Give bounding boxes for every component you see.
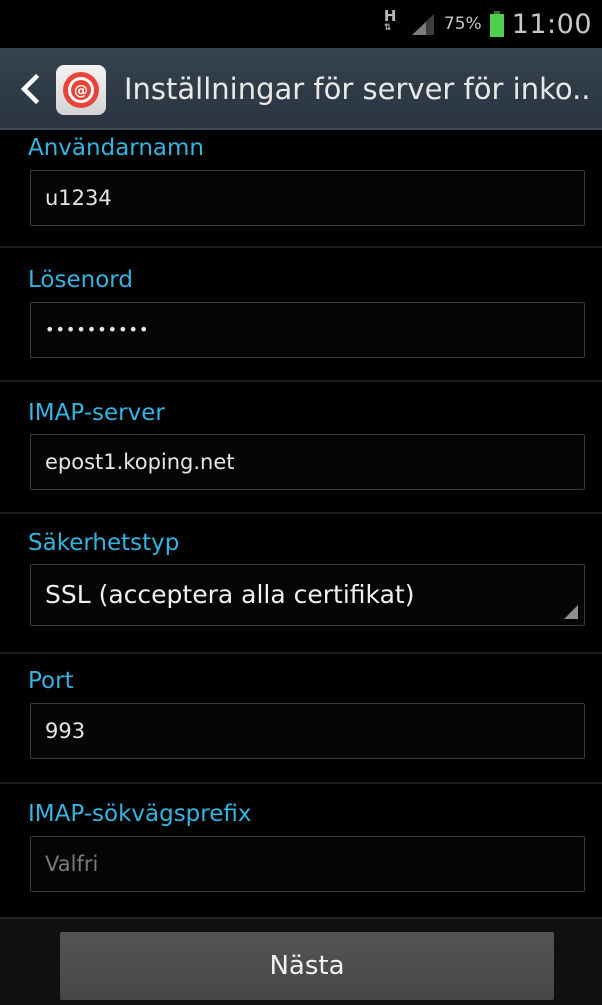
port-field[interactable]: 993 <box>30 703 585 759</box>
divider <box>0 246 602 248</box>
status-bar: H ⇅ 75% 11:00 <box>0 0 602 48</box>
username-label: Användarnamn <box>28 135 204 161</box>
status-icons: H ⇅ 75% 11:00 <box>384 0 592 48</box>
chevron-left-icon[interactable] <box>18 72 42 106</box>
signal-icon <box>411 14 434 35</box>
data-arrows-icon: ⇅ <box>383 23 392 33</box>
next-button[interactable]: Nästa <box>60 932 554 1000</box>
port-label: Port <box>28 668 74 694</box>
divider <box>0 782 602 784</box>
imap-server-label: IMAP-server <box>28 400 165 426</box>
imap-path-prefix-field[interactable]: Valfri <box>30 836 585 892</box>
password-label: Lösenord <box>28 267 133 293</box>
divider <box>0 512 602 514</box>
divider <box>0 652 602 654</box>
imap-path-prefix-label: IMAP-sökvägsprefix <box>28 801 252 827</box>
footer-bar: Nästa <box>0 917 602 1005</box>
security-type-value: SSL (acceptera alla certifikat) <box>45 580 415 609</box>
page-title: Inställningar för server för inko.. <box>124 72 591 106</box>
password-field[interactable]: •••••••••• <box>30 302 585 358</box>
dropdown-corner-icon <box>564 605 578 619</box>
battery-icon <box>489 11 504 37</box>
network-type-icon: H ⇅ <box>384 9 402 39</box>
security-type-label: Säkerhetstyp <box>28 530 180 556</box>
divider <box>0 380 602 382</box>
imap-server-field[interactable]: epost1.koping.net <box>30 434 585 490</box>
action-bar: @ Inställningar för server för inko.. <box>0 48 602 130</box>
username-field[interactable]: u1234 <box>30 170 585 226</box>
security-type-select[interactable]: SSL (acceptera alla certifikat) <box>30 564 585 626</box>
clock: 11:00 <box>511 8 592 40</box>
svg-text:@: @ <box>74 83 88 99</box>
email-app-icon[interactable]: @ <box>56 65 106 115</box>
battery-percent: 75% <box>443 14 482 34</box>
